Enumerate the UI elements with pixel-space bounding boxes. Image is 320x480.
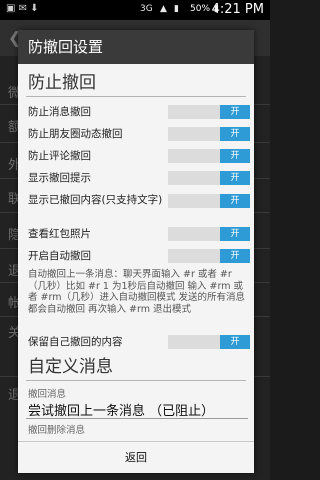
toggle-label-show-recalled-content: 显示已撤回内容(只支持文字) bbox=[28, 194, 163, 206]
toggle-show-recall-hint[interactable]: 开 bbox=[168, 171, 250, 185]
toggle-state: 开 bbox=[220, 105, 250, 119]
toggle-label-view-red-packet-photo: 查看红包照片 bbox=[28, 228, 91, 240]
section-divider bbox=[26, 96, 246, 97]
toggle-state: 开 bbox=[220, 127, 250, 141]
toggle-auto-recall[interactable]: 开 bbox=[168, 249, 250, 263]
toggle-prevent-message-recall[interactable]: 开 bbox=[168, 105, 250, 119]
toggle-label-auto-recall: 开启自动撤回 bbox=[28, 250, 91, 262]
toggle-view-red-packet-photo[interactable]: 开 bbox=[168, 227, 250, 241]
dialog-footer: 返回 bbox=[18, 441, 254, 473]
auto-recall-description: 自动撤回上一条消息：聊天界面输入 #r 或者 #r（几秒）比如 #r 1 为1秒… bbox=[28, 269, 245, 315]
back-button[interactable]: 返回 bbox=[18, 442, 254, 473]
section-divider bbox=[26, 380, 246, 381]
signal-icon: ▮ bbox=[174, 4, 179, 14]
dialog-content[interactable]: 防止撤回 防止消息撤回 开 防止朋友圈动态撤回 开 防止评论撤回 开 显示撤回提… bbox=[18, 64, 254, 441]
toggle-label-prevent-message-recall: 防止消息撤回 bbox=[28, 106, 91, 118]
notification-icons: ▣ ✉ ⬇ bbox=[6, 3, 39, 14]
anti-recall-settings-dialog: 防撤回设置 防止撤回 防止消息撤回 开 防止朋友圈动态撤回 开 防止评论撤回 开… bbox=[18, 30, 254, 473]
battery-level: 50% bbox=[190, 4, 211, 14]
signal-type: 3G bbox=[140, 4, 153, 14]
toggle-state: 开 bbox=[220, 149, 250, 163]
toggle-show-recalled-content[interactable]: 开 bbox=[168, 194, 250, 208]
custom-delete-message-label: 撤回删除消息 bbox=[28, 425, 86, 436]
section-title-prevent-recall: 防止撤回 bbox=[28, 73, 96, 93]
toggle-prevent-moments-recall[interactable]: 开 bbox=[168, 127, 250, 141]
status-bar: ▣ ✉ ⬇ 3G ▲ ▮ 50% ▮ 4:21 PM bbox=[0, 0, 270, 20]
toggle-keep-own-recalled[interactable]: 开 bbox=[168, 335, 250, 349]
input-underline bbox=[26, 418, 248, 419]
wifi-icon: ▲ bbox=[160, 4, 167, 14]
toggle-label-prevent-moments-recall: 防止朋友圈动态撤回 bbox=[28, 128, 123, 140]
toggle-state: 开 bbox=[220, 249, 250, 263]
toggle-label-keep-own-recalled: 保留自己撤回的内容 bbox=[28, 336, 123, 348]
clock: 4:21 PM bbox=[211, 2, 264, 17]
toggle-state: 开 bbox=[220, 227, 250, 241]
toggle-prevent-comment-recall[interactable]: 开 bbox=[168, 149, 250, 163]
dialog-title: 防撤回设置 bbox=[18, 30, 254, 64]
toggle-label-prevent-comment-recall: 防止评论撤回 bbox=[28, 150, 91, 162]
toggle-label-show-recall-hint: 显示撤回提示 bbox=[28, 172, 91, 184]
toggle-state: 开 bbox=[220, 194, 250, 208]
custom-message-input[interactable]: 尝试撤回上一条消息 （已阻止） bbox=[28, 400, 214, 419]
custom-message-label: 撤回消息 bbox=[28, 389, 67, 400]
toggle-state: 开 bbox=[220, 335, 250, 349]
toggle-state: 开 bbox=[220, 171, 250, 185]
section-title-custom-message: 自定义消息 bbox=[28, 357, 113, 377]
